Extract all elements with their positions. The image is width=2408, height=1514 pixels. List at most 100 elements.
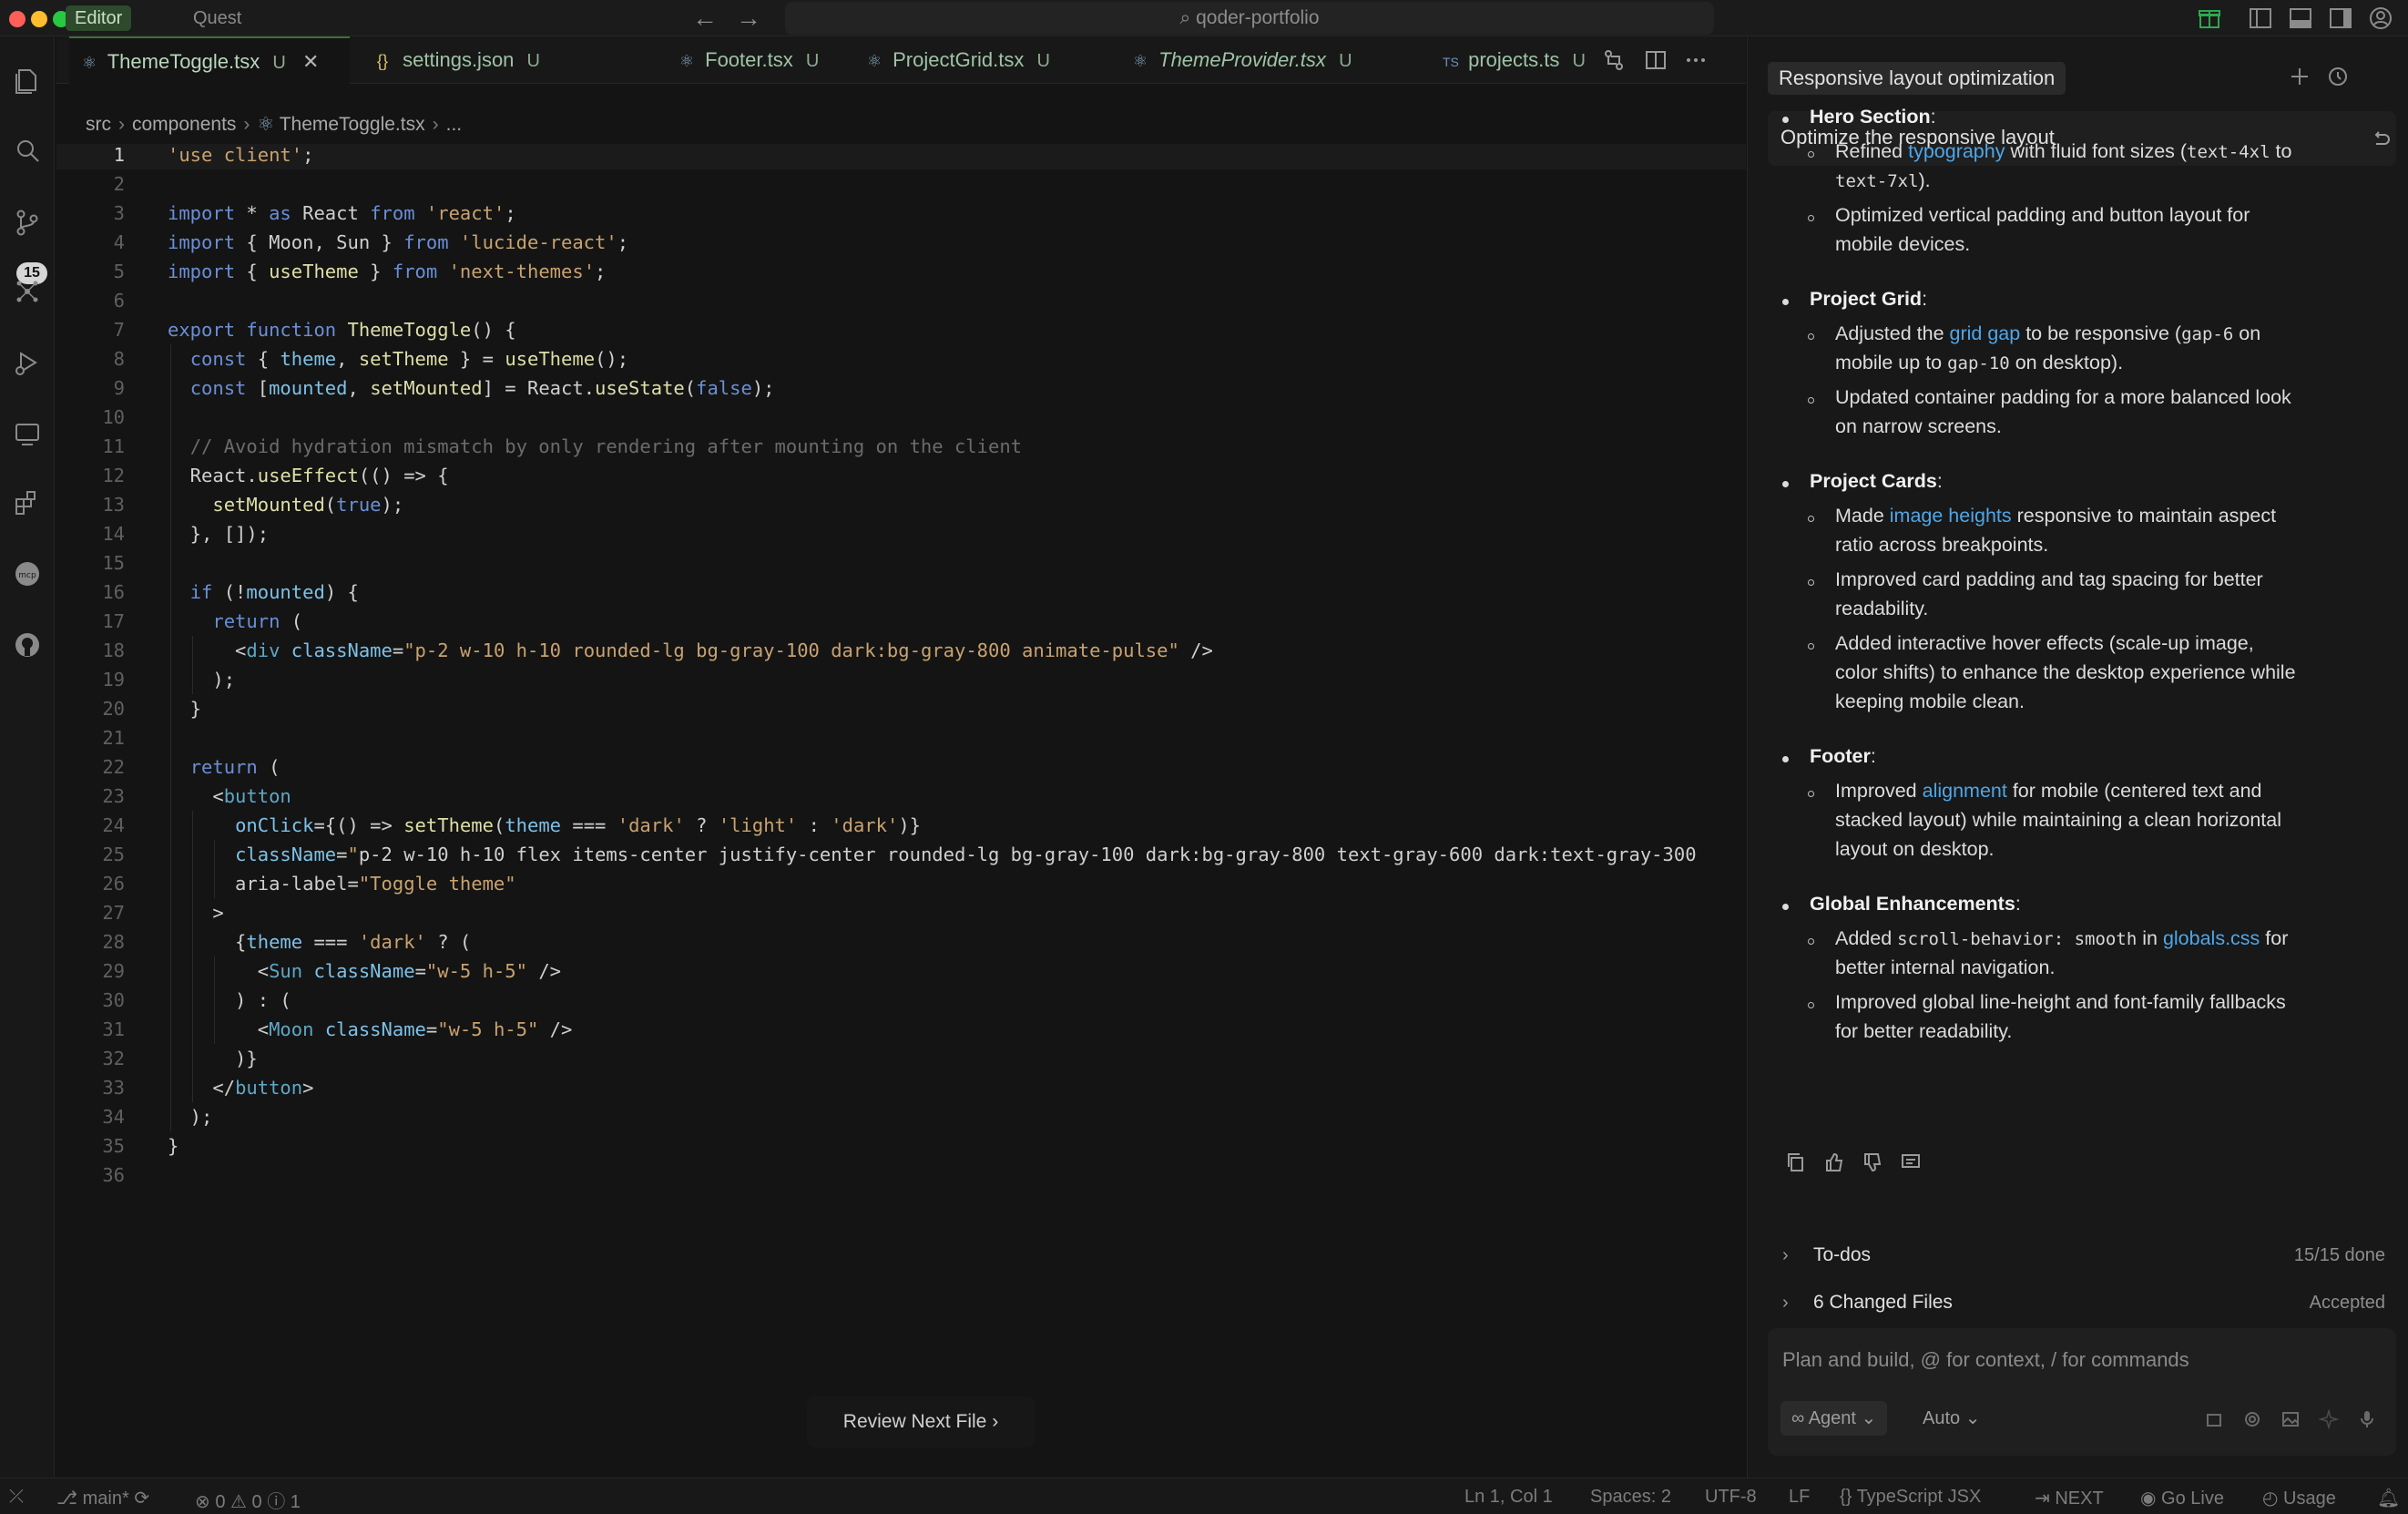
mode-editor-tab[interactable]: Editor [66, 5, 132, 31]
code-line[interactable]: 9 const [mounted, setMounted] = React.us… [56, 373, 1746, 403]
extensions-icon[interactable] [11, 486, 44, 519]
usage-indicator[interactable]: ◴ Usage [2262, 1487, 2336, 1509]
code-line[interactable]: 17 return ( [56, 607, 1746, 636]
file-link[interactable]: image heights [1890, 505, 2012, 527]
remote-indicator-icon[interactable]: ⤫ [9, 1487, 24, 1508]
comment-icon[interactable] [1899, 1151, 1923, 1174]
language-mode[interactable]: {} TypeScript JSX [1840, 1487, 1981, 1508]
code-line[interactable]: 5 import { useTheme } from 'next-themes'; [56, 257, 1746, 286]
undo-icon[interactable] [2369, 128, 2393, 151]
minimize-window-button[interactable] [31, 11, 47, 27]
problems-indicator[interactable]: ⊗ 0 ⚠ 0 ⓘ 1 [195, 1487, 301, 1513]
code-line[interactable]: 26 aria-label="Toggle theme" [56, 869, 1746, 898]
run-debug-icon[interactable] [11, 346, 44, 379]
code-line[interactable]: 24 onClick={() => setTheme(theme === 'da… [56, 811, 1746, 840]
file-link[interactable]: typography [1908, 140, 2005, 162]
split-editor-icon[interactable] [1643, 47, 1668, 73]
github-icon[interactable] [11, 629, 44, 661]
indentation[interactable]: Spaces: 2 [1590, 1487, 1671, 1508]
code-line[interactable]: 27 > [56, 898, 1746, 927]
code-line[interactable]: 14 }, []); [56, 519, 1746, 548]
code-line[interactable]: 25 className="p-2 w-10 h-10 flex items-c… [56, 840, 1746, 869]
compare-changes-icon[interactable] [1601, 47, 1627, 73]
code-line[interactable]: 6 [56, 286, 1746, 315]
remote-explorer-icon[interactable] [11, 417, 44, 450]
tab-settings-json[interactable]: {} settings.json U [364, 36, 540, 84]
code-line[interactable]: 35} [56, 1131, 1746, 1161]
thumbs-down-icon[interactable] [1861, 1151, 1884, 1174]
file-link[interactable]: globals.css [2163, 927, 2260, 949]
forward-arrow-icon[interactable]: → [736, 4, 761, 33]
copy-icon[interactable] [1784, 1151, 1808, 1174]
code-line[interactable]: 23 <button [56, 782, 1746, 811]
chat-input[interactable]: Plan and build, @ for context, / for com… [1768, 1328, 2396, 1456]
sparkle-icon[interactable] [2318, 1408, 2340, 1430]
tab-projectgrid[interactable]: ⚛ ProjectGrid.tsx U [854, 36, 1050, 84]
toggle-sidebar-icon[interactable] [2248, 5, 2273, 31]
changed-files-section[interactable]: › 6 Changed Files Accepted [1782, 1284, 2393, 1321]
agent-mode-selector[interactable]: ∞ Agent ⌄ [1780, 1401, 1888, 1436]
tab-projects-ts[interactable]: TS projects.ts U [1430, 36, 1586, 84]
search-icon[interactable] [11, 135, 44, 168]
code-line[interactable]: 4 import { Moon, Sun } from 'lucide-react… [56, 228, 1746, 257]
mention-icon[interactable] [2241, 1408, 2263, 1430]
code-line[interactable]: 18 <div className="p-2 w-10 h-10 rounded… [56, 636, 1746, 665]
history-icon[interactable] [2325, 64, 2351, 89]
code-line[interactable]: 31 <Moon className="w-5 h-5" /> [56, 1015, 1746, 1044]
tab-footer[interactable]: ⚛ Footer.tsx U [667, 36, 819, 84]
mcp-server-icon[interactable]: mcp [11, 558, 44, 590]
command-search-box[interactable]: ⌕ qoder-portfolio [785, 2, 1714, 35]
cursor-position[interactable]: Ln 1, Col 1 [1464, 1487, 1553, 1508]
code-editor[interactable]: 1'use client'; 2 3 import * as React from '… [56, 144, 1746, 1483]
file-link[interactable]: alignment [1923, 780, 2007, 802]
code-line[interactable]: 2 [56, 169, 1746, 199]
chat-title[interactable]: Responsive layout optimization [1768, 62, 2066, 95]
code-line[interactable]: 13 setMounted(true); [56, 490, 1746, 519]
code-line[interactable]: 22 return ( [56, 752, 1746, 782]
thumbs-up-icon[interactable] [1822, 1151, 1846, 1174]
more-actions-icon[interactable] [1683, 47, 1709, 73]
review-next-file-button[interactable]: Review Next File › [807, 1396, 1035, 1448]
code-line[interactable]: 36 [56, 1161, 1746, 1190]
code-line[interactable]: 33 </button> [56, 1073, 1746, 1102]
code-line[interactable]: 21 [56, 723, 1746, 752]
go-live-button[interactable]: ◉ Go Live [2140, 1487, 2224, 1509]
code-line[interactable]: 20 } [56, 694, 1746, 723]
breadcrumb-item[interactable]: ThemeToggle.tsx [280, 114, 425, 135]
new-chat-icon[interactable] [2287, 64, 2312, 89]
mode-quest-tab[interactable]: Quest [184, 5, 250, 31]
toggle-panel-icon[interactable] [2288, 5, 2313, 31]
todos-section[interactable]: › To-dos 15/15 done [1782, 1237, 2393, 1274]
end-of-line[interactable]: LF [1789, 1487, 1810, 1508]
code-line[interactable]: 16 if (!mounted) { [56, 578, 1746, 607]
image-icon[interactable] [2280, 1408, 2301, 1430]
account-icon[interactable] [2368, 5, 2393, 31]
code-line[interactable]: 15 [56, 548, 1746, 578]
code-line[interactable]: 3 import * as React from 'react'; [56, 199, 1746, 228]
next-indicator[interactable]: ⇥ NEXT [2035, 1487, 2104, 1509]
close-tab-icon[interactable]: ✕ [302, 50, 319, 73]
code-line[interactable]: 19 ); [56, 665, 1746, 694]
code-line[interactable]: 30 ) : ( [56, 986, 1746, 1015]
encoding[interactable]: UTF-8 [1705, 1487, 1757, 1508]
tab-themeprovider[interactable]: ⚛ ThemeProvider.tsx U [1120, 36, 1352, 84]
code-line[interactable]: 12 React.useEffect(() => { [56, 461, 1746, 490]
model-selector[interactable]: Auto ⌄ [1923, 1401, 1980, 1436]
close-window-button[interactable] [9, 11, 26, 27]
file-link[interactable]: grid gap [1950, 322, 2021, 344]
code-line[interactable]: 29 <Sun className="w-5 h-5" /> [56, 956, 1746, 986]
notifications-bell-icon[interactable]: 🔔︎ [2377, 1487, 2400, 1509]
code-line[interactable]: 1 'use client'; [56, 144, 1746, 169]
code-line[interactable]: 28 {theme === 'dark' ? ( [56, 927, 1746, 956]
branch-indicator[interactable]: ⎇ main* ⟳ [56, 1487, 149, 1509]
tab-themetoggle[interactable]: ⚛ ThemeToggle.tsx U ✕ [69, 36, 350, 84]
microphone-icon[interactable] [2356, 1408, 2378, 1430]
code-line[interactable]: 10 [56, 403, 1746, 432]
attach-icon[interactable] [2203, 1408, 2225, 1430]
code-line[interactable]: 11 // Avoid hydration mismatch by only r… [56, 432, 1746, 461]
code-line[interactable]: 34 ); [56, 1102, 1746, 1131]
code-line[interactable]: 32 )} [56, 1044, 1746, 1073]
breadcrumb-item[interactable]: components [132, 114, 236, 135]
explorer-icon[interactable] [11, 64, 44, 97]
source-control-icon[interactable] [11, 206, 44, 239]
